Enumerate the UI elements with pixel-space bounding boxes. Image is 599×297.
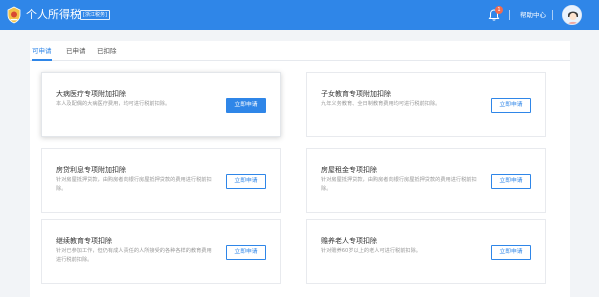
notification-badge: 1 bbox=[495, 6, 503, 14]
card-title: 赡养老人专项扣除 bbox=[321, 237, 377, 245]
user-avatar[interactable] bbox=[562, 5, 582, 25]
card-mortgage-interest: 房贷利息专项附加扣除 针对房屋抵押贷款，由购房者向银行房屋抵押贷款的费用进行税前… bbox=[41, 148, 281, 213]
card-housing-rent: 房屋租金专项扣除 针对房屋抵押贷款，由购房者向银行房屋抵押贷款的费用进行税前扣除… bbox=[306, 148, 546, 213]
app-title: 个人所得税 bbox=[26, 8, 81, 21]
region-tag: [浙江税务] bbox=[80, 10, 110, 20]
card-title: 房贷利息专项附加扣除 bbox=[56, 166, 126, 174]
apply-button[interactable]: 立即申请 bbox=[491, 245, 531, 260]
user-avatar-icon bbox=[563, 6, 581, 24]
card-description: 九年义务教育、全日制教育费用均可进行税前扣除。 bbox=[321, 101, 441, 107]
card-elderly-support: 赡养老人专项扣除 针对赡养60岁以上的老人可进行税前扣除。 立即申请 bbox=[306, 219, 546, 284]
tab-applied[interactable]: 已申请 bbox=[66, 46, 86, 56]
apply-button[interactable]: 立即申请 bbox=[491, 98, 531, 113]
card-description: 针对房屋抵押贷款，由购房者向银行房屋抵押贷款的费用进行税前扣除。 bbox=[321, 177, 477, 192]
card-serious-illness: 大病医疗专项附加扣除 本人及配偶的大病医疗费用，均可进行税前扣除。 立即申请 bbox=[41, 72, 281, 137]
header-divider bbox=[552, 10, 553, 20]
card-description: 针对房屋抵押贷款，由购房者向银行房屋抵押贷款的费用进行税前扣除。 bbox=[56, 177, 212, 192]
header-divider bbox=[509, 10, 510, 20]
card-title: 继续教育专项扣除 bbox=[56, 237, 112, 245]
card-title: 子女教育专项附加扣除 bbox=[321, 90, 391, 98]
card-title: 大病医疗专项附加扣除 bbox=[56, 90, 126, 98]
tab-available[interactable]: 可申请 bbox=[32, 46, 52, 56]
card-description: 本人及配偶的大病医疗费用，均可进行税前扣除。 bbox=[56, 101, 171, 107]
tax-emblem-icon[interactable] bbox=[5, 6, 23, 24]
card-title: 房屋租金专项扣除 bbox=[321, 166, 377, 174]
tab-deducted[interactable]: 已扣除 bbox=[97, 46, 117, 56]
tab-bar: 可申请 已申请 已扣除 bbox=[30, 41, 570, 61]
card-description: 针对已参加工作，但仍有成人责任的人所接受的各种各样的教育费用进行税前扣除。 bbox=[56, 248, 212, 263]
help-center-link[interactable]: 帮助中心 bbox=[520, 9, 546, 21]
card-continuing-education: 继续教育专项扣除 针对已参加工作，但仍有成人责任的人所接受的各种各样的教育费用进… bbox=[41, 219, 281, 284]
card-description: 针对赡养60岁以上的老人可进行税前扣除。 bbox=[321, 248, 421, 254]
apply-button[interactable]: 立即申请 bbox=[226, 174, 266, 189]
deduction-panel: 可申请 已申请 已扣除 大病医疗专项附加扣除 本人及配偶的大病医疗费用，均可进行… bbox=[30, 41, 570, 297]
card-child-education: 子女教育专项附加扣除 九年义务教育、全日制教育费用均可进行税前扣除。 立即申请 bbox=[306, 72, 546, 137]
active-tab-indicator bbox=[32, 59, 52, 61]
apply-button[interactable]: 立即申请 bbox=[226, 98, 266, 113]
apply-button[interactable]: 立即申请 bbox=[491, 174, 531, 189]
top-header: 个人所得税 [浙江税务] 1 帮助中心 bbox=[0, 0, 599, 30]
apply-button[interactable]: 立即申请 bbox=[226, 245, 266, 260]
